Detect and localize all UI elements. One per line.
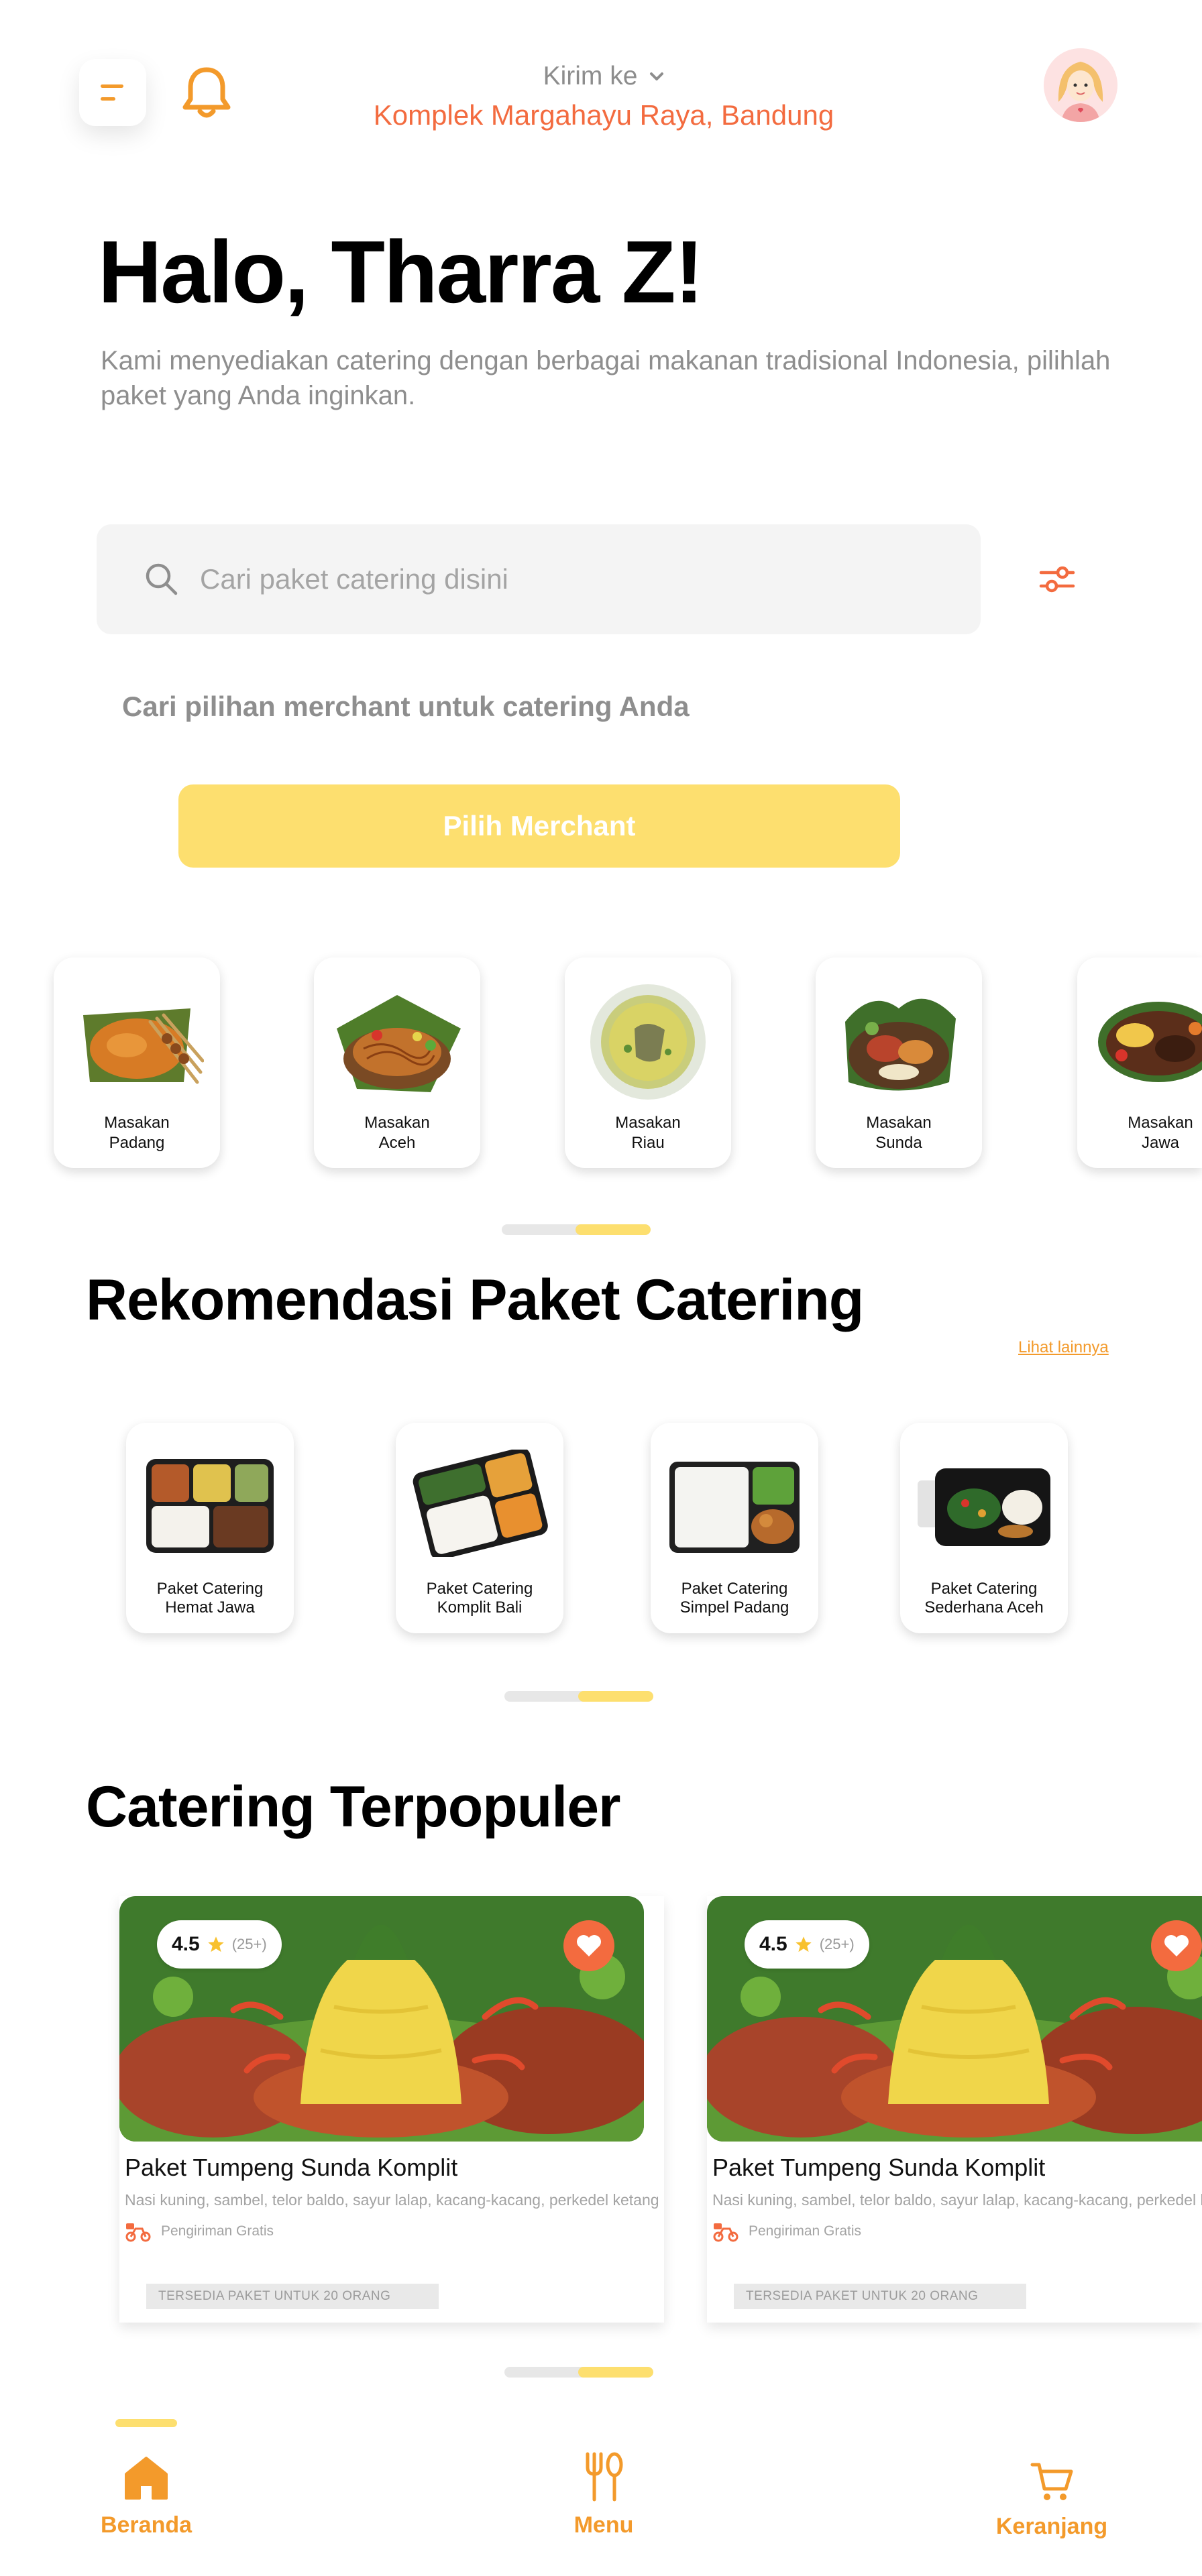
package-label-line1: Paket Catering — [681, 1580, 788, 1598]
search-input[interactable] — [200, 563, 871, 595]
chevron-down-icon — [650, 72, 664, 80]
rating-value: 4.5 — [172, 1933, 200, 1955]
package-label-line1: Paket Catering — [156, 1580, 264, 1598]
menu-icon — [101, 84, 123, 101]
cutlery-icon — [586, 2452, 623, 2502]
category-label-line1: Masakan — [104, 1114, 170, 1132]
package-card-hemat-jawa[interactable]: Paket Catering Hemat Jawa — [126, 1423, 294, 1633]
aceh-food-image — [337, 995, 461, 1092]
greeting-subtitle: Kami menyediakan catering dengan berbaga… — [101, 346, 1111, 410]
cart-icon — [1030, 2463, 1073, 2500]
menu-button[interactable] — [79, 59, 146, 126]
package-description: Nasi kuning, sambel, telor baldo, sayur … — [125, 2191, 659, 2209]
category-label-line1: Masakan — [364, 1114, 430, 1132]
bell-icon[interactable] — [178, 64, 235, 122]
package-label-line1: Paket Catering — [426, 1580, 533, 1598]
popular-card[interactable]: 4.5 (25+) Paket Tumpeng Sunda Komplit Na… — [707, 1896, 1202, 2323]
nav-cart[interactable]: Keranjang — [985, 2461, 1119, 2540]
rating-count: (25+) — [231, 1936, 267, 1952]
category-label-line2: Padang — [109, 1134, 165, 1152]
category-label-line2: Sunda — [875, 1134, 922, 1152]
nav-menu[interactable]: Menu — [537, 2451, 671, 2538]
nav-menu-label: Menu — [573, 2512, 634, 2538]
home-icon — [125, 2457, 168, 2500]
package-card-komplit-bali[interactable]: Paket Catering Komplit Bali — [396, 1423, 563, 1633]
availability-tag: TERSEDIA PAKET UNTUK 20 ORANG — [146, 2284, 439, 2309]
merchant-hint: Cari pilihan merchant untuk catering And… — [122, 691, 690, 722]
filter-icon[interactable] — [1037, 559, 1077, 599]
shipping-info: Pengiriman Gratis — [125, 2221, 274, 2242]
delivery-location[interactable]: Kirim ke Komplek Margahayu Raya, Bandung — [335, 62, 872, 131]
package-description: Nasi kuning, sambel, telor baldo, sayur … — [712, 2191, 1202, 2209]
category-card-padang[interactable]: Masakan Padang — [54, 957, 220, 1168]
nav-cart-label: Keranjang — [995, 2514, 1108, 2539]
search-icon — [146, 563, 178, 595]
pick-merchant-button[interactable]: Pilih Merchant — [178, 784, 900, 868]
popular-title: Catering Terpopuler — [86, 1775, 620, 1839]
package-name: Paket Tumpeng Sunda Komplit — [712, 2154, 1046, 2181]
komplit-bali-image — [413, 1450, 548, 1557]
favorite-button[interactable] — [1151, 1920, 1202, 1971]
riau-food-image — [590, 984, 706, 1100]
star-icon — [208, 1936, 224, 1952]
heart-icon — [577, 1935, 601, 1956]
rating-badge: 4.5 (25+) — [157, 1920, 282, 1969]
simpel-padang-image — [669, 1462, 800, 1553]
rating-count: (25+) — [819, 1936, 855, 1952]
search-bar[interactable] — [97, 524, 981, 634]
star-icon — [796, 1936, 812, 1952]
category-card-aceh[interactable]: Masakan Aceh — [314, 957, 480, 1168]
package-label-line2: Sederhana Aceh — [924, 1598, 1044, 1617]
package-card-simpel-padang[interactable]: Paket Catering Simpel Padang — [651, 1423, 818, 1633]
shipping-info: Pengiriman Gratis — [712, 2221, 861, 2242]
nav-home-label: Beranda — [100, 2512, 193, 2538]
package-name: Paket Tumpeng Sunda Komplit — [125, 2154, 458, 2181]
see-more-link[interactable]: Lihat lainnya — [1018, 1338, 1109, 1357]
category-label-line1: Masakan — [615, 1114, 681, 1132]
rating-badge: 4.5 (25+) — [745, 1920, 869, 1969]
delivery-icon — [713, 2223, 739, 2242]
rating-value: 4.5 — [759, 1933, 787, 1955]
category-label-line1: Masakan — [866, 1114, 932, 1132]
recommendations-carousel-indicator — [504, 1691, 653, 1702]
sunda-food-image — [845, 998, 956, 1091]
avatar[interactable] — [1044, 48, 1117, 122]
popular-card[interactable]: 4.5 (25+) Paket Tumpeng Sunda Komplit Na… — [119, 1896, 664, 2323]
shipping-label: Pengiriman Gratis — [749, 2223, 862, 2239]
package-label-line2: Komplit Bali — [437, 1598, 523, 1617]
shipping-label: Pengiriman Gratis — [161, 2223, 274, 2239]
greeting-title: Halo, Tharra Z! — [98, 223, 704, 321]
category-card-jawa[interactable]: Masakan Jawa — [1077, 957, 1202, 1168]
favorite-button[interactable] — [563, 1920, 614, 1971]
category-carousel-indicator — [502, 1224, 651, 1235]
heart-icon — [1164, 1935, 1189, 1956]
category-card-sunda[interactable]: Masakan Sunda — [816, 957, 982, 1168]
deliver-label: Kirim ke — [543, 62, 638, 91]
category-card-riau[interactable]: Masakan Riau — [565, 957, 731, 1168]
package-label-line2: Hemat Jawa — [165, 1598, 255, 1617]
recommendations-title: Rekomendasi Paket Catering — [86, 1268, 864, 1332]
sederhana-aceh-image — [918, 1468, 1050, 1546]
availability-tag: TERSEDIA PAKET UNTUK 20 ORANG — [734, 2284, 1026, 2309]
nav-active-indicator — [115, 2419, 177, 2427]
package-label-line1: Paket Catering — [930, 1580, 1038, 1598]
delivery-address: Komplek Margahayu Raya, Bandung — [373, 99, 834, 131]
category-label-line2: Jawa — [1141, 1134, 1180, 1152]
category-label-line2: Riau — [631, 1134, 665, 1152]
category-label-line1: Masakan — [1128, 1114, 1193, 1132]
padang-food-image — [83, 1008, 204, 1084]
popular-carousel-indicator — [504, 2367, 653, 2378]
category-label-line2: Aceh — [378, 1134, 416, 1152]
nav-home[interactable]: Beranda — [79, 2454, 213, 2538]
package-card-sederhana-aceh[interactable]: Paket Catering Sederhana Aceh — [900, 1423, 1068, 1633]
jawa-food-image — [1098, 1002, 1202, 1082]
delivery-icon — [125, 2223, 151, 2242]
package-label-line2: Simpel Padang — [679, 1598, 789, 1617]
hemat-jawa-image — [146, 1459, 274, 1553]
